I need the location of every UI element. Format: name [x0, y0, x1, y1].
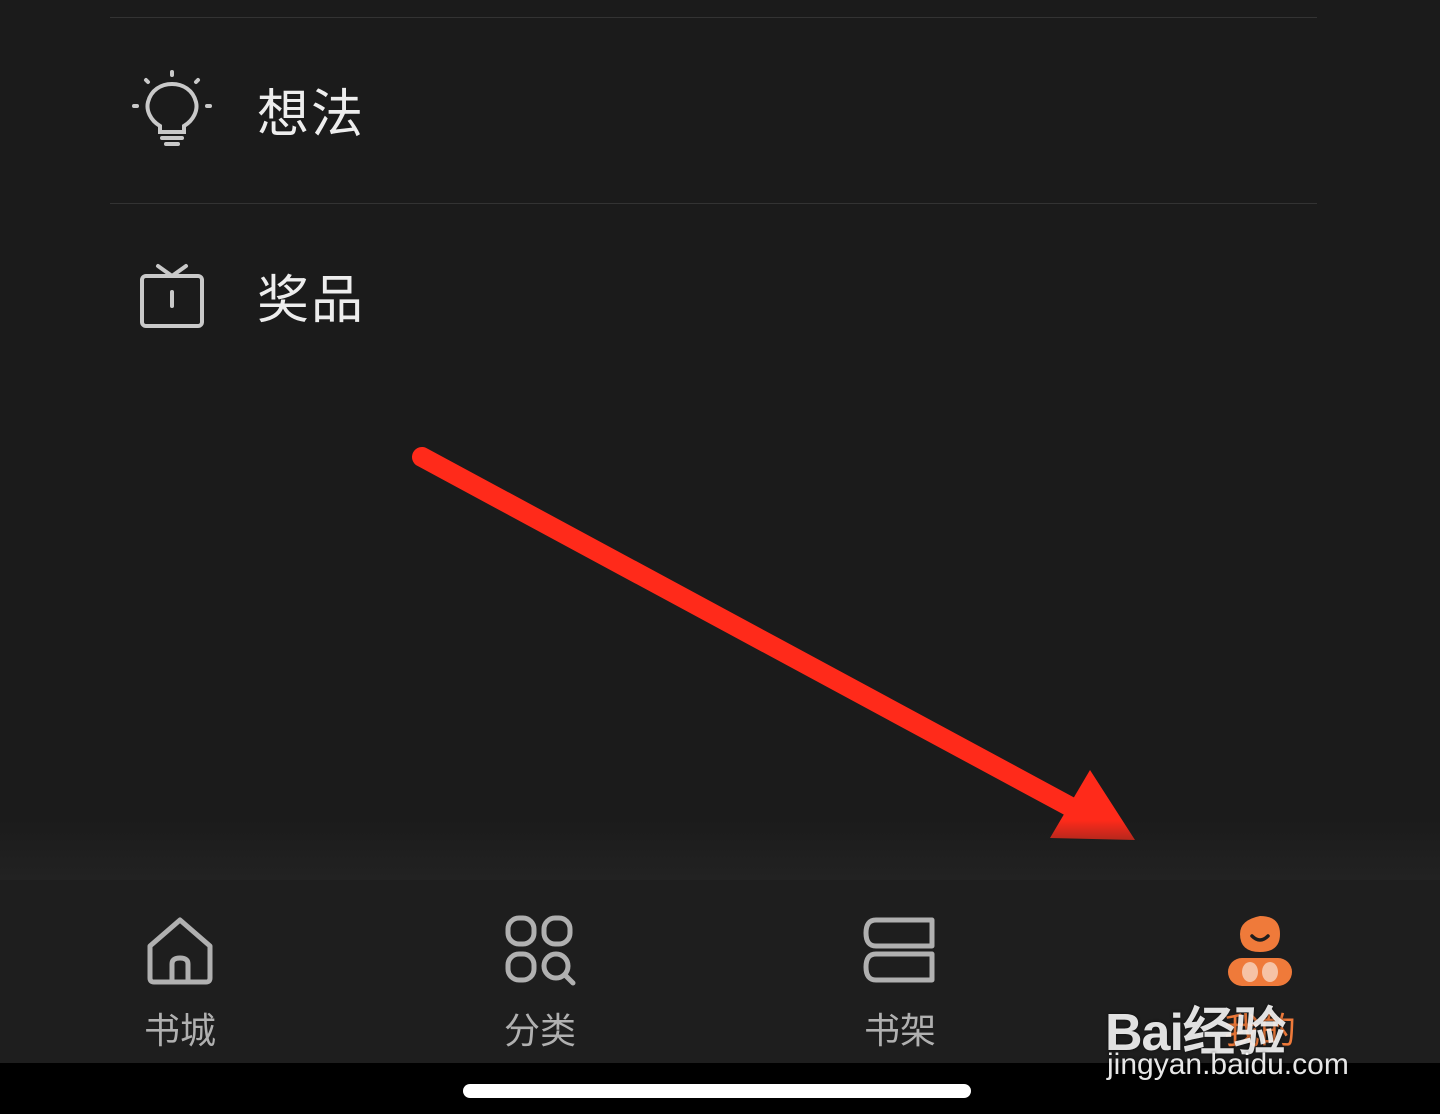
tab-label: 书架 — [863, 1011, 936, 1052]
tab-bookshelf[interactable]: 书架 — [720, 880, 1080, 1063]
gift-icon — [132, 256, 212, 336]
home-icon — [140, 910, 220, 990]
home-indicator[interactable] — [463, 1084, 971, 1098]
lightbulb-icon — [132, 69, 212, 150]
bookshelf-icon — [860, 910, 940, 990]
bottom-tab-bar: 书城 分类 书架 我的 — [0, 880, 1440, 1063]
tab-label: 分类 — [503, 1011, 576, 1052]
tabbar-shadow — [0, 820, 1440, 880]
tab-category[interactable]: 分类 — [360, 880, 720, 1063]
menu-item-label: 奖品 — [257, 271, 366, 331]
menu-item-prizes[interactable]: 奖品 — [110, 203, 1317, 388]
tab-label: 书城 — [143, 1011, 216, 1052]
menu-item-ideas[interactable]: 想法 — [110, 17, 1317, 202]
tab-bookstore[interactable]: 书城 — [0, 880, 360, 1063]
tab-label: 我的 — [1223, 1011, 1296, 1052]
profile-mascot-icon — [1220, 910, 1300, 990]
tab-mine[interactable]: 我的 — [1080, 880, 1440, 1063]
menu-item-label: 想法 — [257, 85, 366, 145]
category-grid-icon — [500, 910, 580, 990]
